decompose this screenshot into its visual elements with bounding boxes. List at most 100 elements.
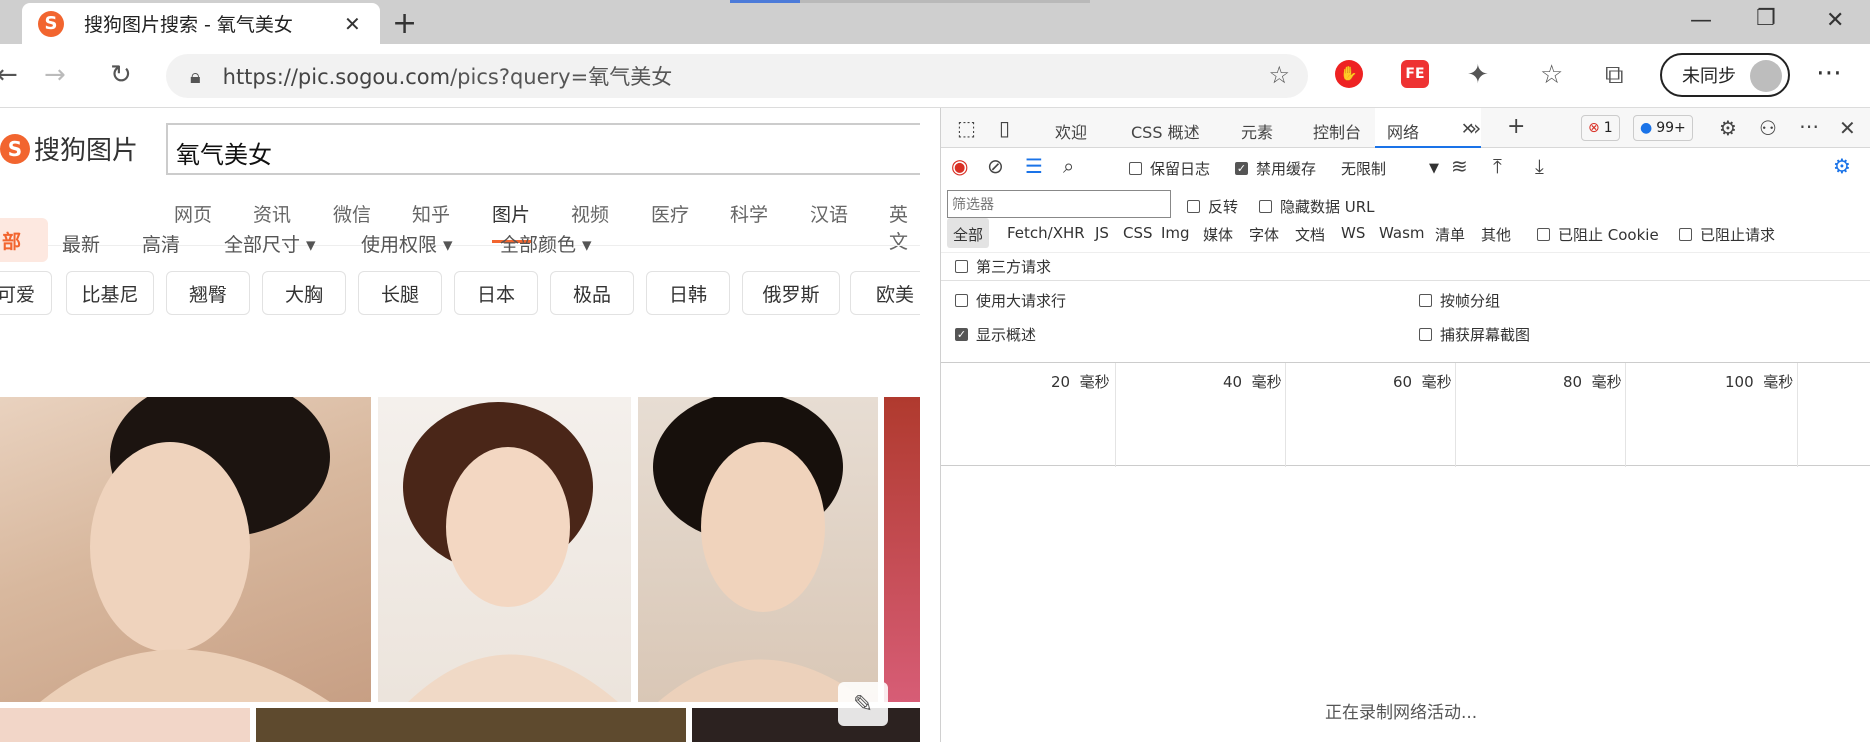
message-count-badge[interactable]: ● 99+ [1633,115,1693,141]
type-filter-doc[interactable]: 文档 [1295,224,1325,245]
tab-css-overview[interactable]: CSS 概述 [1131,119,1200,143]
tab-close-icon[interactable]: ✕ [344,12,361,36]
refresh-icon[interactable]: ↻ [110,60,132,90]
device-emulation-icon[interactable]: ▯ [999,116,1010,140]
type-filter-fetch[interactable]: Fetch/XHR [1007,224,1085,242]
nav-video[interactable]: 视频 [571,200,609,227]
throttle-select[interactable]: 无限制 ▼ [1341,158,1439,179]
capture-screenshots-checkbox[interactable]: 捕获屏幕截图 [1419,324,1530,345]
nav-weixin[interactable]: 微信 [333,200,371,227]
filter-hd[interactable]: 高清 [142,230,180,257]
image-result[interactable] [378,397,631,702]
network-conditions-icon[interactable]: ≋ [1451,154,1468,178]
type-filter-other[interactable]: 其他 [1481,224,1511,245]
sogou-logo[interactable]: S 搜狗图片 [0,130,138,167]
invert-checkbox[interactable]: 反转 [1187,196,1238,217]
browser-tab-active[interactable]: S 搜狗图片搜索 - 氧气美女 ✕ [22,3,380,44]
collections-icon[interactable]: ⧉ [1605,60,1624,91]
import-har-icon[interactable]: ⤒ [1493,154,1502,178]
nav-web[interactable]: 网页 [174,200,212,227]
new-tab-icon[interactable]: + [392,6,417,41]
inspect-element-icon[interactable]: ⬚ [957,116,976,140]
tag-item[interactable]: 大胸 [262,271,346,315]
tag-item[interactable]: 翘臀 [166,271,250,315]
type-filter-ws[interactable]: WS [1341,224,1365,242]
lock-icon[interactable]: 🔒︎ [190,64,201,88]
type-filter-all[interactable]: 全部 [953,224,983,245]
tag-item[interactable]: 欧美 [850,271,920,315]
add-favorite-icon[interactable]: ☆ [1268,61,1290,89]
filter-latest[interactable]: 最新 [62,230,100,257]
blocked-requests-checkbox[interactable]: 已阻止请求 [1679,224,1775,245]
image-result[interactable] [0,397,371,702]
favorites-icon[interactable]: ☆ [1540,60,1563,90]
back-icon[interactable]: ← [0,60,18,90]
error-count-badge[interactable]: ⊗ 1 [1581,115,1620,141]
extensions-icon[interactable]: ✦ [1467,60,1489,90]
devtools-close-icon[interactable]: ✕ [1839,116,1856,140]
tab-welcome[interactable]: 欢迎 [1055,119,1087,143]
type-filter-js[interactable]: JS [1095,224,1109,242]
tab-elements[interactable]: 元素 [1241,119,1273,143]
nav-news[interactable]: 资讯 [253,200,291,227]
profile-sync-button[interactable]: 未同步 [1660,53,1790,97]
feedback-icon[interactable]: ⚇ [1759,116,1777,140]
image-result[interactable] [638,397,878,702]
address-bar[interactable]: 🔒︎ https://pic.sogou.com/pics?query=氧气美女… [166,54,1308,98]
hide-data-url-checkbox[interactable]: 隐藏数据 URL [1259,196,1375,217]
record-stop-icon[interactable]: ◉ [951,154,968,178]
feedback-edit-icon[interactable]: ✎ [838,682,888,726]
type-filter-wasm[interactable]: Wasm [1379,224,1425,242]
tag-item[interactable]: 日韩 [646,271,730,315]
show-overview-checkbox[interactable]: ✓ 显示概述 [955,324,1036,345]
tag-item[interactable]: 可爱 [0,271,52,315]
filter-license[interactable]: 使用权限 ▾ [361,230,453,257]
type-filter-img[interactable]: Img [1161,224,1190,242]
devtools-more-icon[interactable]: ⋯ [1799,114,1819,138]
type-filter-css[interactable]: CSS [1123,224,1153,242]
nav-zhihu[interactable]: 知乎 [412,200,450,227]
nav-images[interactable]: 图片 [492,200,530,227]
search-icon[interactable]: ⌕ [1063,154,1074,178]
export-har-icon[interactable]: ⤓ [1535,154,1544,178]
minimize-icon[interactable]: — [1690,8,1712,33]
filter-icon[interactable]: ☰ [1025,154,1043,178]
forward-icon[interactable]: → [44,60,66,90]
type-filter-media[interactable]: 媒体 [1203,224,1233,245]
add-tab-icon[interactable]: + [1507,114,1525,139]
clear-icon[interactable]: ⊘ [987,154,1004,178]
preserve-log-checkbox[interactable]: 保留日志 [1129,158,1210,179]
settings-gear-icon[interactable]: ⚙ [1719,116,1737,140]
adblock-extension-icon[interactable]: ✋ [1335,60,1363,88]
tab-network[interactable]: 网络 ✕ [1375,108,1481,148]
tag-item[interactable]: 极品 [550,271,634,315]
filter-color[interactable]: 全部颜色 ▾ [500,230,592,257]
fe-extension-icon[interactable]: FE [1401,60,1429,88]
network-settings-icon[interactable]: ⚙ [1833,154,1851,178]
image-result[interactable] [256,708,686,742]
network-filter-input[interactable] [947,190,1171,218]
restore-icon[interactable]: ❐ [1756,6,1776,31]
disable-cache-checkbox[interactable]: ✓ 禁用缓存 [1235,158,1316,179]
more-menu-icon[interactable]: ⋯ [1816,58,1843,88]
tag-item[interactable]: 日本 [454,271,538,315]
search-input[interactable]: 氧气美女 [166,123,920,175]
tab-console[interactable]: 控制台 [1313,119,1361,143]
network-overview-timeline[interactable]: 20 毫秒 40 毫秒 60 毫秒 80 毫秒 100 毫秒 [941,362,1870,467]
tag-item[interactable]: 长腿 [358,271,442,315]
type-filter-font[interactable]: 字体 [1249,224,1279,245]
tag-item[interactable]: 比基尼 [66,271,154,315]
image-result[interactable] [0,708,250,742]
blocked-cookies-checkbox[interactable]: 已阻止 Cookie [1537,224,1659,245]
more-tabs-icon[interactable]: » [1469,116,1481,140]
image-result[interactable] [884,397,920,702]
nav-medical[interactable]: 医疗 [651,200,689,227]
type-filter-manifest[interactable]: 清单 [1435,224,1465,245]
nav-hanyu[interactable]: 汉语 [810,200,848,227]
tag-item[interactable]: 俄罗斯 [742,271,840,315]
filter-all[interactable]: 部 [0,218,48,262]
nav-science[interactable]: 科学 [730,200,768,227]
filter-size[interactable]: 全部尺寸 ▾ [224,230,316,257]
group-by-frame-checkbox[interactable]: 按帧分组 [1419,290,1500,311]
window-close-icon[interactable]: ✕ [1826,8,1844,33]
